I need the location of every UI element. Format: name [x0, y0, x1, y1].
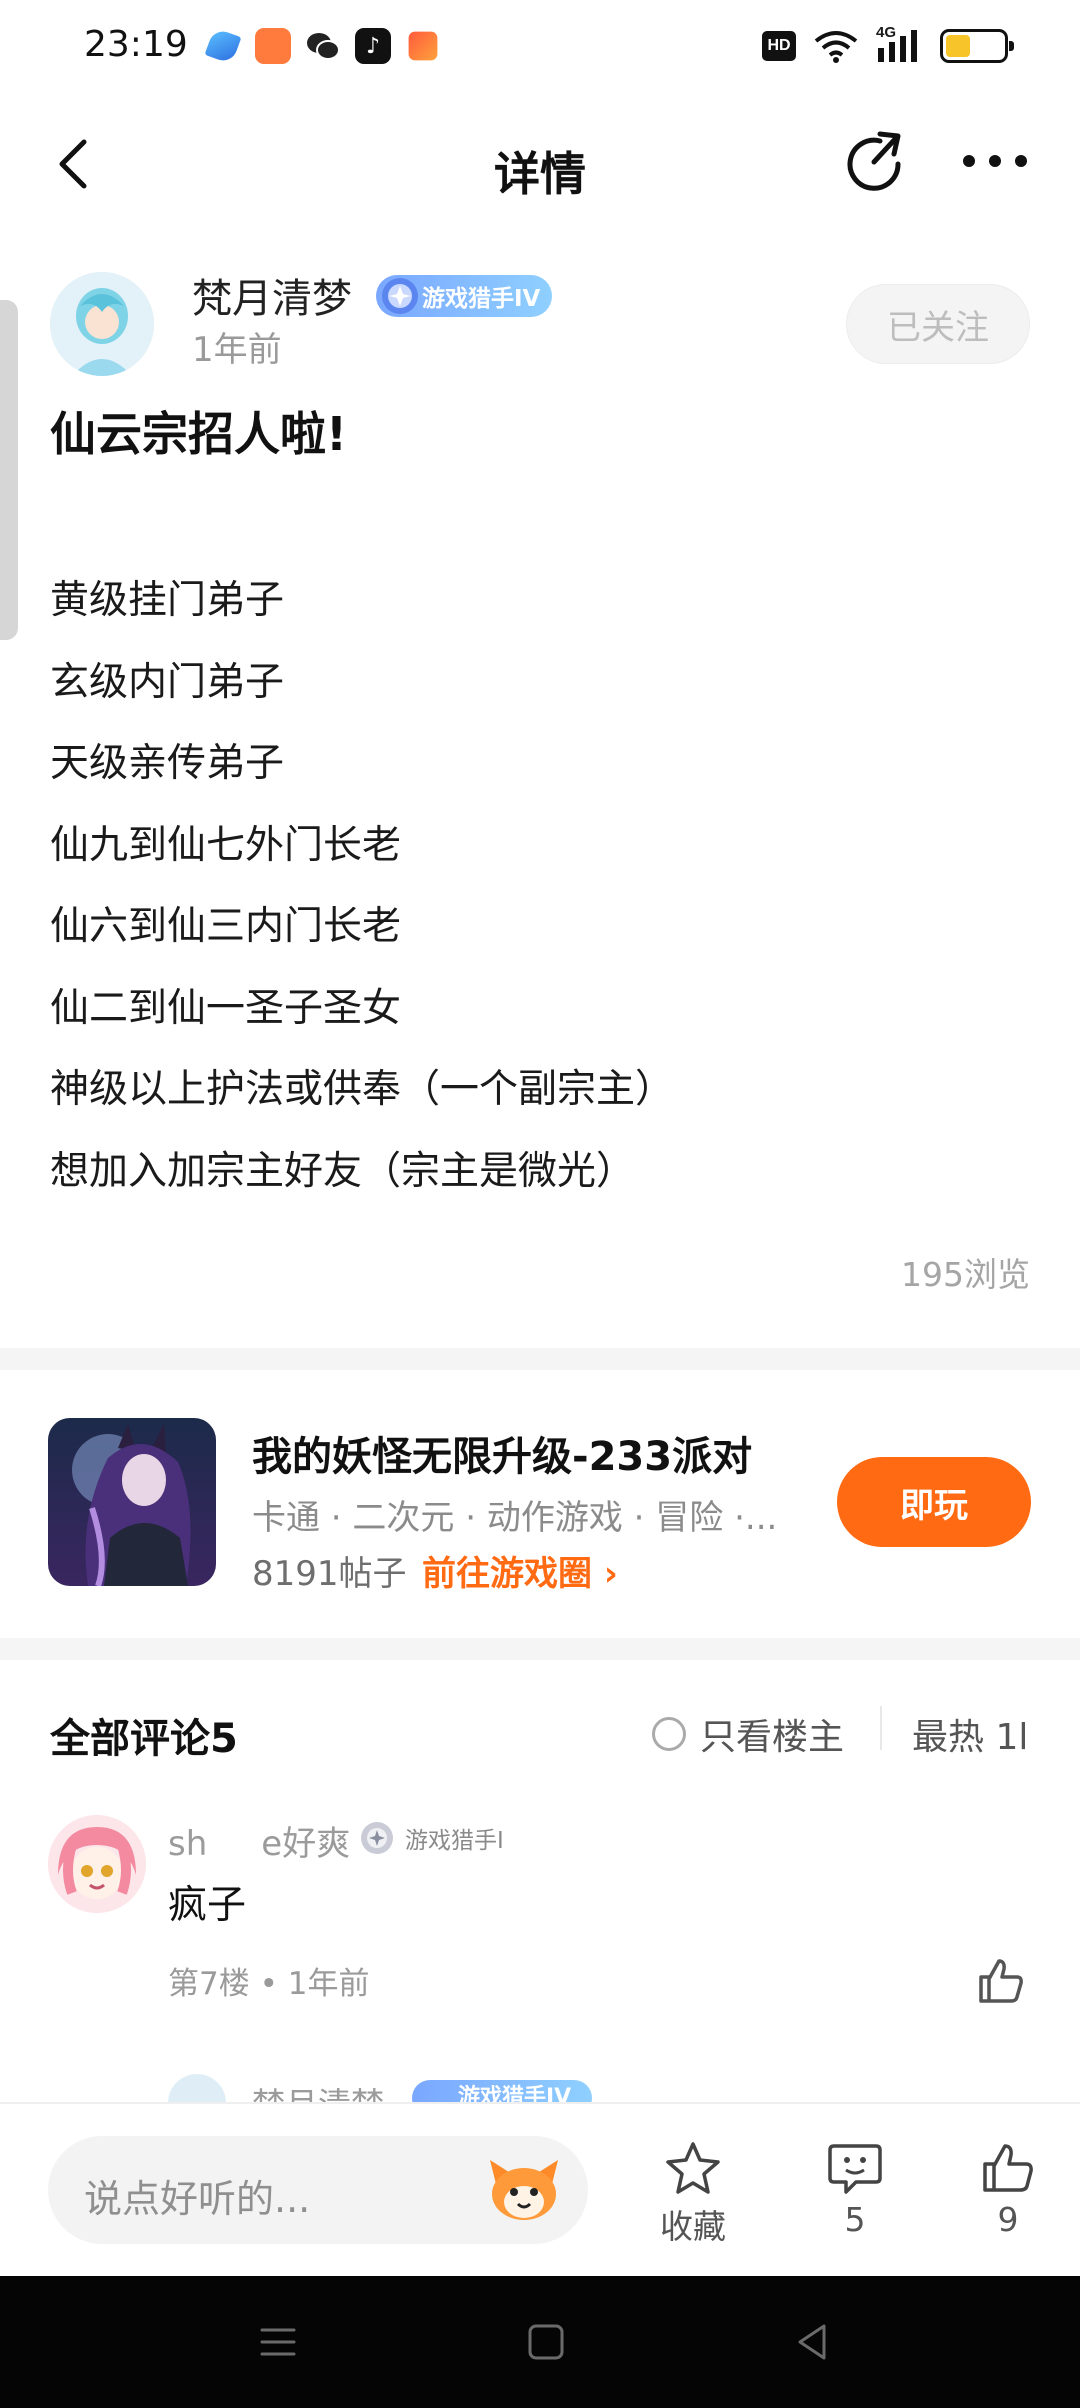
wechat-icon — [307, 33, 340, 60]
author-avatar[interactable] — [50, 272, 154, 376]
more-options-icon[interactable] — [960, 146, 1030, 176]
sort-separator — [880, 1706, 882, 1750]
post-line: 想加入加宗主好友（宗主是微光） — [50, 1148, 636, 1194]
reply-preview: 梵月清梦 游戏猎手IV — [168, 2074, 648, 2104]
status-bar: 23:19 ♪ HD 4G — [0, 0, 1080, 96]
hunter-badge-icon — [361, 1822, 393, 1854]
notification-icons: ♪ — [204, 27, 441, 65]
comment-input[interactable]: 说点好听的... — [48, 2136, 588, 2244]
mascot-emoji-icon[interactable] — [486, 2154, 562, 2224]
post-line: 黄级挂门弟子 — [50, 578, 285, 623]
edge-scroll-handle[interactable] — [0, 300, 18, 640]
hd-icon: HD — [762, 31, 796, 61]
wifi-icon — [814, 31, 858, 63]
reply-name: 梵月清梦 — [252, 2078, 384, 2104]
post-line: 玄级内门弟子 — [50, 659, 285, 705]
comment-like-icon[interactable] — [975, 1955, 1027, 2007]
like-count: 9 — [997, 2200, 1019, 2239]
post-title: 仙云宗招人啦! — [50, 407, 347, 461]
commenter-name[interactable]: sh e好爽 — [168, 1816, 350, 1865]
view-count: 195浏览 — [901, 1255, 1030, 1294]
comment-input-placeholder: 说点好听的... — [84, 2177, 311, 2221]
favorite-action[interactable]: 收藏 — [638, 2140, 748, 2248]
comment-count: 5 — [844, 2200, 866, 2239]
owner-only-label: 只看楼主 — [700, 1717, 845, 1758]
commenter-badge: 游戏猎手I — [357, 1818, 504, 1858]
share-icon[interactable] — [840, 128, 912, 200]
owner-only-toggle[interactable]: 只看楼主 — [652, 1708, 844, 1760]
level-badge: 游戏猎手IV — [376, 275, 553, 317]
home-nav-icon[interactable] — [522, 2318, 570, 2366]
post-line: 仙九到仙七外门长老 — [50, 822, 402, 868]
system-navigation-bar — [0, 2276, 1080, 2408]
game-notification-icon — [408, 31, 438, 61]
tiktok-icon: ♪ — [355, 28, 391, 64]
game-post-count: 8191帖子 — [252, 1554, 407, 1594]
post-line: 仙六到仙三内门长老 — [50, 904, 402, 949]
post-line: 神级以上护法或供奉（一个副宗主） — [50, 1067, 675, 1112]
app-notification-icon — [204, 27, 242, 65]
battery-level — [946, 35, 970, 57]
section-divider — [0, 1638, 1080, 1660]
game-title[interactable]: 我的妖怪无限升级-233派对 — [252, 1424, 752, 1482]
cellular-signal-icon: 4G — [876, 24, 922, 64]
commenter-avatar[interactable] — [48, 1815, 146, 1913]
status-time: 23:19 — [84, 24, 188, 65]
play-now-button[interactable]: 即玩 — [837, 1457, 1031, 1547]
comment-bubble-icon — [828, 2144, 882, 2194]
section-divider — [0, 1348, 1080, 1370]
follow-button[interactable]: 已关注 — [846, 284, 1030, 364]
reply-badge: 游戏猎手IV — [412, 2080, 592, 2104]
thumbs-up-icon — [983, 2144, 1033, 2192]
game-circle-link[interactable]: 前往游戏圈 › — [422, 1546, 618, 1595]
sort-selector[interactable]: 最热 1l — [912, 1708, 1030, 1760]
comments-title: 全部评论5 — [50, 1716, 238, 1762]
post-line: 天级亲传弟子 — [50, 741, 285, 786]
post-time: 1年前 — [192, 330, 282, 370]
game-icon[interactable] — [48, 1418, 216, 1586]
reply-avatar — [168, 2074, 226, 2104]
bottom-action-bar: 说点好听的... 收藏 5 9 — [0, 2102, 1080, 2276]
favorite-label: 收藏 — [660, 2207, 726, 2246]
level-badge-label: 游戏猎手IV — [422, 286, 541, 312]
star-icon — [666, 2142, 720, 2194]
post-body: 黄级挂门弟子 玄级内门弟子 天级亲传弟子 仙九到仙七外门长老 仙六到仙三内门长老… — [50, 560, 1040, 1212]
battery-icon — [940, 29, 1014, 63]
page-title: 详情 — [494, 147, 586, 201]
commenter-badge-label: 游戏猎手I — [405, 1828, 504, 1854]
back-nav-icon[interactable] — [788, 2318, 836, 2366]
comment-meta: 第7楼 • 1年前 — [168, 1966, 370, 2002]
top-app-bar: 详情 — [0, 96, 1080, 246]
game-tags: 卡通 · 二次元 · 动作游戏 · 冒险 ·... — [252, 1498, 778, 1538]
post-line: 仙二到仙一圣子圣女 — [50, 985, 402, 1031]
app-notification-icon — [255, 28, 291, 64]
author-name[interactable]: 梵月清梦 — [192, 266, 352, 324]
comment-text: 疯子 — [168, 1883, 247, 1928]
radio-icon[interactable] — [652, 1717, 686, 1751]
comment-action[interactable]: 5 — [800, 2140, 910, 2239]
hunter-badge-icon — [382, 278, 418, 314]
like-action[interactable]: 9 — [953, 2140, 1063, 2239]
status-indicators: HD 4G — [762, 24, 1014, 64]
menu-nav-icon[interactable] — [254, 2318, 302, 2366]
